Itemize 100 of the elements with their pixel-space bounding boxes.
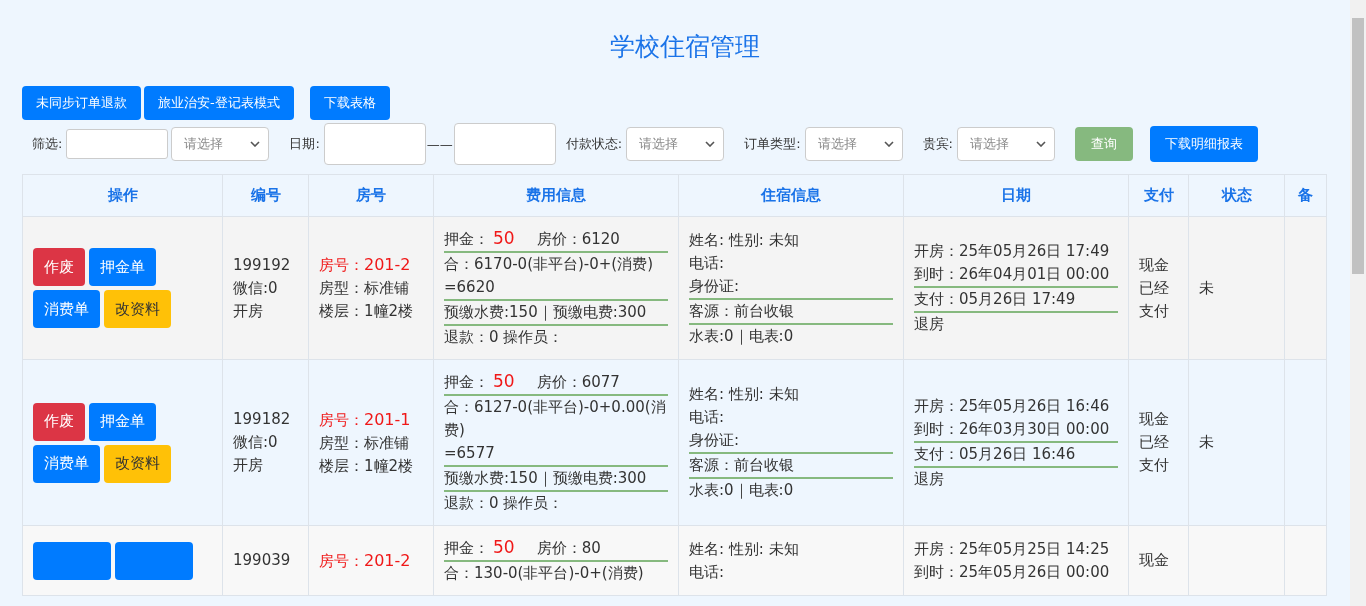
filter-label: 筛选: (32, 135, 63, 153)
deposit-label: 押金： (444, 373, 489, 391)
caret-icon (250, 141, 261, 147)
column-header: 日期 (903, 174, 1129, 217)
order-state: 未 (1199, 277, 1215, 299)
refund-info: 退款：0 操作员： (444, 493, 565, 514)
guest-source: 客源：前台收银 (689, 299, 893, 325)
checkout-status: 退房 (914, 314, 945, 335)
blank-button[interactable] (33, 541, 111, 580)
action-button[interactable]: 未同步订单退款 (22, 86, 141, 120)
date-input[interactable] (323, 123, 426, 165)
action-button[interactable]: 查询 (1074, 127, 1133, 161)
action-button[interactable]: 下载表格 (309, 86, 390, 120)
deposit-amount: 50 (493, 228, 515, 248)
guest-phone: 电话: (689, 252, 726, 274)
select-field[interactable]: 请选择 (626, 127, 725, 161)
action-button[interactable]: 消费单 (33, 444, 100, 483)
deposit-amount: 50 (493, 371, 515, 391)
action-button[interactable]: 押金单 (89, 402, 156, 441)
room-type: 房型：标准铺 (319, 278, 410, 299)
guest-phone: 电话: (689, 407, 726, 428)
order-state: 未 (1199, 432, 1215, 453)
action-button[interactable]: 下载明细报表 (1149, 126, 1258, 162)
payment-status: 现金 (1139, 550, 1170, 571)
fee-result: =6620 (444, 277, 496, 298)
caret-icon (705, 141, 716, 147)
deposit-label: 押金： (444, 539, 489, 557)
date-input[interactable] (453, 123, 556, 165)
action-button[interactable]: 旅业治安-登记表模式 (144, 86, 294, 120)
scrollbar[interactable] (1350, 0, 1366, 606)
guest-name: 姓名: 性别: 未知 (689, 229, 800, 251)
select-field[interactable]: 请选择 (956, 127, 1055, 161)
wechat-info: 微信:0 (233, 432, 279, 453)
deposit-label: 押金： (444, 230, 489, 248)
room-number: 房号：201-2 (319, 254, 412, 276)
room-type: 房型：标准铺 (319, 432, 410, 454)
date-label: 日期: (289, 135, 320, 153)
deposit-amount: 50 (493, 537, 515, 557)
guest-id: 身份证: (689, 429, 893, 454)
column-header: 费用信息 (433, 174, 679, 217)
order-number: 199192 (233, 254, 292, 276)
due-date: 到时：26年03月30日 00:00 (914, 417, 1118, 443)
payment-status: 现金已经支付 (1139, 409, 1170, 476)
paid-date: 支付：05月26日 17:49 (914, 288, 1118, 313)
column-header: 编号 (222, 174, 309, 217)
prepaid-fees: 预缴水费:150｜预缴电费:300 (444, 301, 668, 326)
action-button[interactable]: 改资料 (104, 290, 171, 328)
fee-total: 合：6127-0(非平台)-0+0.00(消费) (444, 397, 667, 441)
column-header: 备 (1284, 174, 1327, 217)
room-price: 房价：6077 (536, 373, 620, 391)
due-date: 到时：26年04月01日 00:00 (914, 263, 1118, 288)
room-price: 房价：80 (536, 539, 601, 557)
wechat-info: 微信:0 (233, 277, 279, 299)
open-date: 开房：25年05月26日 17:49 (914, 241, 1111, 262)
refund-info: 退款：0 操作员： (444, 327, 565, 348)
order-number: 199039 (233, 550, 292, 571)
column-header: 状态 (1188, 174, 1285, 217)
fee-result: =6577 (444, 443, 496, 464)
room-price: 房价：6120 (536, 230, 620, 248)
action-button[interactable]: 消费单 (33, 290, 100, 328)
guest-id: 身份证: (689, 274, 893, 300)
guest-name: 姓名: 性别: 未知 (689, 384, 800, 405)
action-button[interactable]: 改资料 (104, 444, 171, 483)
order-type-label: 订单类型: (744, 135, 801, 153)
column-header: 操作 (22, 174, 223, 217)
date-separator: —— (426, 136, 453, 152)
room-number: 房号：201-1 (319, 408, 412, 431)
payment-status: 现金已经支付 (1139, 254, 1170, 322)
filter-input[interactable] (66, 129, 169, 159)
order-number: 199182 (233, 409, 292, 430)
prepaid-fees: 预缴水费:150｜预缴电费:300 (444, 467, 668, 492)
vip-label: 贵宾: (922, 135, 953, 153)
guest-phone: 电话: (689, 561, 726, 583)
guest-source: 客源：前台收银 (689, 454, 893, 479)
caret-icon (883, 141, 894, 147)
open-date: 开房：25年05月26日 16:46 (914, 395, 1111, 417)
action-button[interactable]: 押金单 (89, 248, 156, 286)
column-header: 房号 (308, 174, 434, 217)
page-title: 学校住宿管理 (609, 31, 761, 63)
action-button[interactable]: 作废 (33, 402, 85, 441)
meter-readings: 水表:0｜电表:0 (689, 325, 795, 347)
guest-name: 姓名: 性别: 未知 (689, 538, 800, 560)
fee-total: 合：6170-0(非平台)-0+(消费) (444, 254, 655, 275)
select-field[interactable]: 请选择 (804, 127, 903, 161)
caret-icon (1035, 141, 1046, 147)
select-field[interactable]: 请选择 (171, 127, 270, 161)
fee-total: 合：130-0(非平台)-0+(消费) (444, 563, 645, 584)
blank-button[interactable] (115, 541, 193, 580)
action-button[interactable]: 作废 (33, 248, 85, 286)
open-date: 开房：25年05月25日 14:25 (914, 538, 1111, 560)
room-floor: 楼层：1幢2楼 (319, 301, 415, 322)
order-type: 开房 (233, 455, 264, 476)
paid-date: 支付：05月26日 16:46 (914, 442, 1118, 468)
room-number: 房号：201-2 (319, 549, 412, 572)
checkout-status: 退房 (914, 468, 945, 490)
meter-readings: 水表:0｜电表:0 (689, 480, 795, 501)
column-header: 支付 (1128, 174, 1189, 217)
room-floor: 楼层：1幢2楼 (319, 455, 415, 477)
order-type: 开房 (233, 300, 264, 322)
column-header: 住宿信息 (678, 174, 904, 217)
